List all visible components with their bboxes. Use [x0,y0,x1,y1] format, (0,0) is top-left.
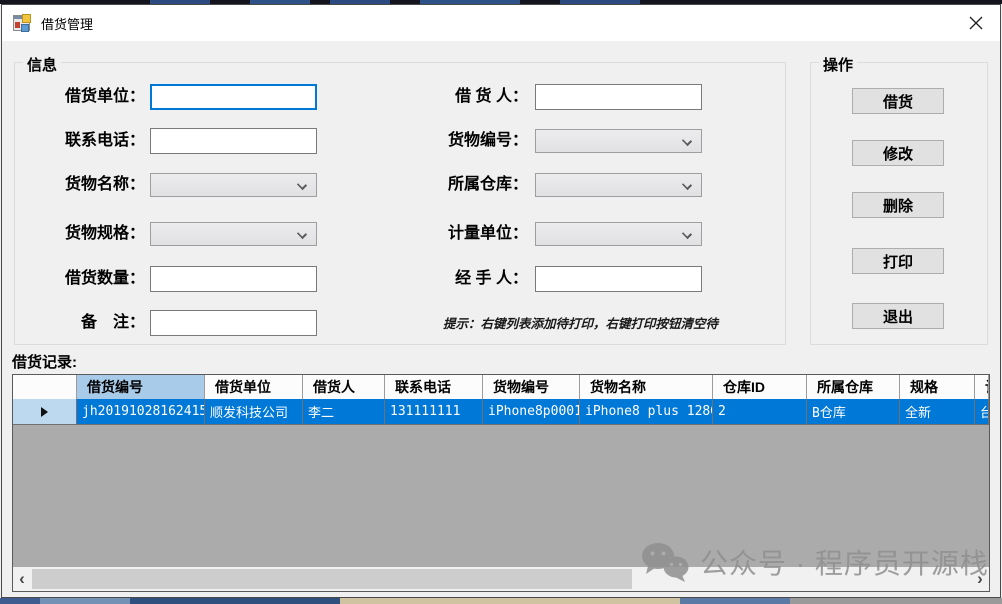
column-header[interactable]: 货物编号 [483,375,580,399]
column-header[interactable]: 借货人 [303,375,385,399]
title-bar: 借货管理 [2,5,1000,41]
column-header[interactable]: 联系电话 [385,375,483,399]
grid-header-row: 借货编号 借货单位 借货人 联系电话 货物编号 货物名称 仓库ID 所属仓库 规… [13,375,989,399]
cell-phone[interactable]: 131111111 [385,399,483,425]
records-datagrid: 借货编号 借货单位 借货人 联系电话 货物编号 货物名称 仓库ID 所属仓库 规… [12,374,990,592]
delete-button[interactable]: 删除 [852,192,944,218]
goods-number-select[interactable] [535,129,702,153]
cell-borrower[interactable]: 李二 [303,399,385,425]
column-header[interactable]: 仓库ID [713,375,807,399]
handler-input[interactable] [535,266,702,292]
column-header[interactable]: 计 [975,375,989,399]
remark-input[interactable] [150,310,317,336]
chevron-down-icon [682,229,692,239]
chevron-down-icon [297,229,307,239]
scrollbar-thumb[interactable] [32,569,632,589]
window-title: 借货管理 [41,14,93,33]
column-header[interactable]: 借货单位 [205,375,303,399]
cell-unit[interactable]: 台 [975,399,989,425]
cell-goods-number[interactable]: iPhone8p0001 [483,399,580,425]
goods-name-select[interactable] [150,173,317,197]
label-borrow-qty: 借货数量： [40,266,145,292]
horizontal-scrollbar[interactable]: ‹ › [13,567,989,591]
close-icon [969,16,983,30]
chevron-down-icon [297,180,307,190]
cell-goods-name[interactable]: iPhone8 plus 128G [580,399,713,425]
warehouse-select[interactable] [535,173,702,197]
screenshot-root: { "window": { "title": "借货管理" }, "info":… [0,0,1002,604]
unit-select[interactable] [535,222,702,246]
exit-button[interactable]: 退出 [852,303,944,329]
column-header[interactable]: 借货编号 [77,375,205,399]
label-borrower: 借 货 人： [432,84,528,110]
app-icon [13,13,33,33]
column-header[interactable]: 规格 [900,375,975,399]
cell-warehouse-id[interactable]: 2 [713,399,807,425]
cell-borrow-id[interactable]: jh20191028162415 [77,399,205,425]
label-contact-phone: 联系电话： [40,128,145,154]
row-header-cell[interactable] [13,399,77,425]
label-goods-number: 货物编号： [432,128,528,154]
borrow-button[interactable]: 借货 [852,88,944,114]
info-group-title: 信息 [23,54,61,75]
print-hint-text: 提示：右键列表添加待打印，右键打印按钮清空待 [443,313,778,332]
grid-corner-cell[interactable] [13,375,77,399]
column-header[interactable]: 货物名称 [580,375,713,399]
desktop-sliver-bottom [0,598,1002,604]
goods-spec-select[interactable] [150,222,317,246]
label-goods-name: 货物名称： [40,172,145,198]
label-warehouse: 所属仓库： [432,172,528,198]
print-button[interactable]: 打印 [852,248,944,274]
scroll-left-arrow[interactable]: ‹ [13,567,31,591]
chevron-down-icon [682,136,692,146]
close-button[interactable] [960,10,992,36]
cell-warehouse[interactable]: B仓库 [807,399,900,425]
contact-phone-input[interactable] [150,128,317,154]
ops-group-title: 操作 [819,54,857,75]
label-borrow-unit: 借货单位： [40,84,145,110]
chevron-down-icon [682,180,692,190]
label-unit: 计量单位： [432,221,528,247]
cell-spec[interactable]: 全新 [900,399,975,425]
records-label: 借货记录: [12,351,77,372]
label-handler: 经 手 人： [432,266,528,292]
scroll-right-arrow[interactable]: › [971,567,989,591]
current-row-arrow-icon [41,407,48,417]
modify-button[interactable]: 修改 [852,140,944,166]
borrow-qty-input[interactable] [150,266,317,292]
label-goods-spec: 货物规格： [40,221,145,247]
table-row-selected[interactable]: jh20191028162415 顺发科技公司 李二 131111111 iPh… [13,399,989,425]
borrow-unit-input[interactable] [150,84,317,110]
cell-borrow-unit[interactable]: 顺发科技公司 [205,399,303,425]
label-remark: 备 注： [40,310,145,336]
column-header[interactable]: 所属仓库 [807,375,900,399]
borrower-input[interactable] [535,84,702,110]
